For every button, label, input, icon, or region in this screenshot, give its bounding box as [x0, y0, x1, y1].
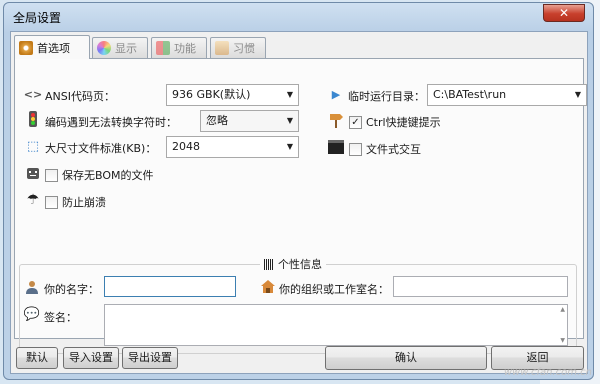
signpost-icon — [328, 112, 344, 128]
checkbox-box[interactable] — [45, 168, 58, 182]
tab-functions[interactable]: 功能 — [151, 37, 207, 58]
chevron-down-icon: ▼ — [574, 90, 581, 99]
chevron-down-icon: ▼ — [286, 90, 293, 99]
settings-dialog: 全局设置 ✕ 首选项 显示 功能 习惯 <> ANSI代码页： 936 GBK(… — [3, 2, 594, 380]
color-wheel-icon — [97, 41, 111, 55]
tab-label: 首选项 — [37, 41, 70, 55]
codepage-select[interactable]: 936 GBK(默认) ▼ — [166, 84, 299, 106]
ctrl-hint-checkbox[interactable]: ✓ Ctrl快捷键提示 — [349, 114, 441, 130]
user-icon — [24, 279, 40, 295]
chevron-down-icon: ▼ — [286, 142, 293, 151]
large-file-select[interactable]: 2048 ▼ — [166, 136, 299, 158]
default-button[interactable]: 默认 — [16, 347, 58, 369]
tab-label: 习惯 — [233, 42, 255, 55]
tab-label: 显示 — [115, 42, 137, 55]
prevent-crash-label: 防止崩溃 — [62, 196, 106, 209]
org-label: 你的组织或工作室名： — [279, 283, 389, 296]
save-no-bom-checkbox[interactable]: 保存无BOM的文件 — [45, 167, 154, 183]
name-label: 你的名字： — [44, 283, 99, 296]
temp-dir-value: C:\BATest\run — [433, 88, 507, 101]
personal-info-group: 个性信息 你的名字： 你的组织或工作室名： 💬 签名： ▲ ▼ — [19, 256, 577, 354]
tab-habits[interactable]: 习惯 — [210, 37, 266, 58]
codepage-value: 936 GBK(默认) — [172, 88, 251, 101]
gear-icon — [19, 40, 33, 55]
unconvertible-label: 编码遇到无法转换字符时： — [45, 116, 177, 129]
large-file-value: 2048 — [172, 140, 200, 153]
tab-display[interactable]: 显示 — [92, 37, 148, 58]
speech-bubble-icon: 💬 — [23, 306, 41, 322]
code-icon: <> — [23, 87, 43, 101]
box-icon — [215, 41, 229, 55]
import-settings-button[interactable]: 导入设置 — [63, 347, 119, 369]
house-icon — [260, 278, 276, 294]
preferences-panel: <> ANSI代码页： 936 GBK(默认) ▼ ▶ 临时运行目录： C:\BA… — [14, 58, 587, 354]
blocks-icon — [156, 41, 170, 55]
resize-icon: ⬚ — [26, 138, 40, 154]
robot-icon — [25, 165, 41, 181]
temp-dir-label: 临时运行目录： — [348, 90, 425, 103]
ctrl-hint-label: Ctrl快捷键提示 — [366, 116, 441, 129]
title-bar: 全局设置 ✕ — [4, 3, 593, 29]
group-title: 个性信息 — [260, 256, 326, 272]
file-interact-checkbox[interactable]: 文件式交互 — [349, 141, 421, 157]
dialog-client: 首选项 显示 功能 习惯 <> ANSI代码页： 936 GBK(默认) ▼ ▶ — [10, 31, 588, 374]
name-input[interactable] — [104, 276, 236, 297]
large-file-label: 大尺寸文件标准(KB)： — [45, 142, 157, 155]
console-icon — [328, 139, 344, 155]
codepage-label: ANSI代码页： — [45, 90, 115, 103]
group-title-label: 个性信息 — [278, 258, 322, 271]
checkbox-box[interactable] — [349, 142, 362, 156]
watermark: www.cfan.com.cn — [503, 367, 592, 378]
checkbox-box[interactable] — [45, 195, 58, 209]
umbrella-icon: ☂ — [26, 192, 40, 208]
org-input[interactable] — [393, 276, 568, 297]
signature-textarea[interactable]: ▲ ▼ — [104, 304, 568, 346]
export-settings-button[interactable]: 导出设置 — [122, 347, 178, 369]
scroll-up-icon[interactable]: ▲ — [560, 306, 565, 313]
prevent-crash-checkbox[interactable]: 防止崩溃 — [45, 194, 106, 210]
chevron-down-icon: ▼ — [286, 116, 293, 125]
ok-button[interactable]: 确认 — [325, 346, 487, 370]
traffic-light-icon — [25, 111, 41, 127]
save-no-bom-label: 保存无BOM的文件 — [62, 169, 154, 182]
unconvertible-value: 忽略 — [206, 114, 228, 127]
close-button[interactable]: ✕ — [543, 4, 585, 22]
window-title: 全局设置 — [13, 11, 62, 25]
file-interact-label: 文件式交互 — [366, 143, 421, 156]
play-icon: ▶ — [331, 87, 341, 101]
tab-preferences[interactable]: 首选项 — [14, 35, 90, 59]
barcode-icon — [264, 258, 274, 270]
scroll-down-icon[interactable]: ▼ — [560, 337, 565, 344]
temp-dir-select[interactable]: C:\BATest\run ▼ — [427, 84, 587, 106]
tab-label: 功能 — [174, 42, 196, 55]
unconvertible-select[interactable]: 忽略 ▼ — [200, 110, 299, 132]
signature-label: 签名： — [44, 311, 77, 324]
checkbox-box[interactable]: ✓ — [349, 115, 362, 129]
